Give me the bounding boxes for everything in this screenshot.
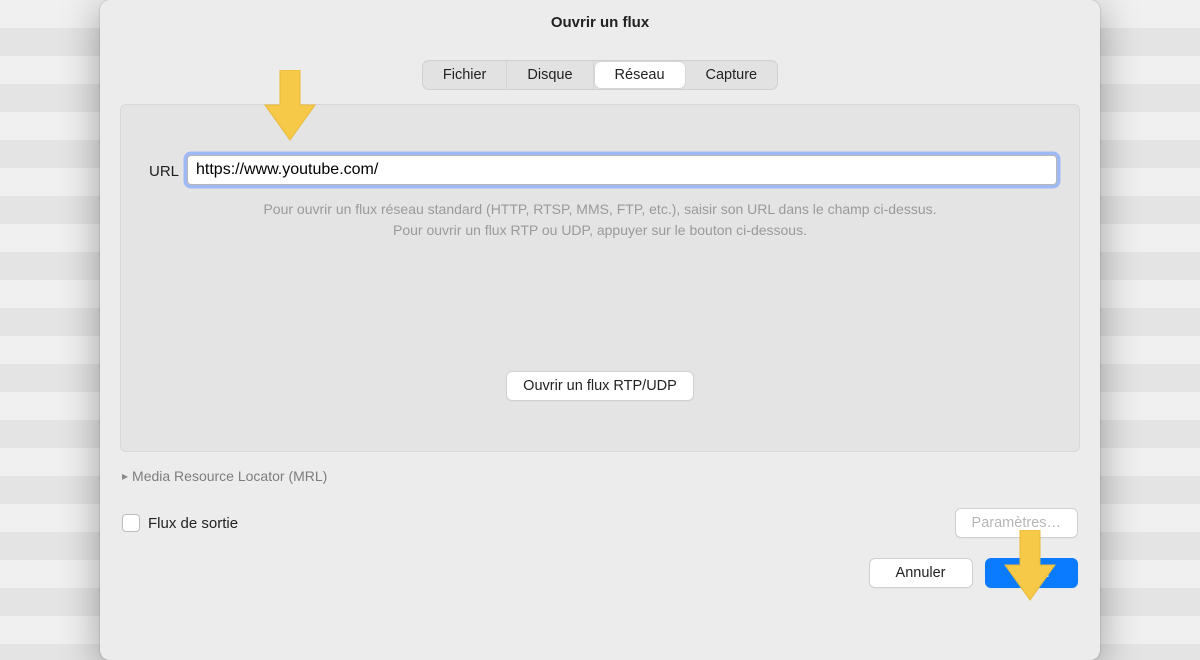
network-panel: URL Pour ouvrir un flux réseau standard … bbox=[120, 104, 1080, 452]
stream-settings-button[interactable]: Paramètres… bbox=[955, 508, 1078, 538]
tab-network[interactable]: Réseau bbox=[595, 62, 685, 88]
mrl-disclosure[interactable]: ▸ Media Resource Locator (MRL) bbox=[122, 462, 1078, 490]
stream-out-row: Flux de sortie Paramètres… bbox=[122, 508, 1078, 538]
url-row: URL bbox=[143, 155, 1057, 185]
tabs-wrap: Fichier Disque Réseau Capture bbox=[100, 44, 1100, 96]
below-panel: ▸ Media Resource Locator (MRL) Flux de s… bbox=[122, 462, 1078, 538]
open-rtp-udp-button[interactable]: Ouvrir un flux RTP/UDP bbox=[506, 371, 694, 401]
window-titlebar: Ouvrir un flux bbox=[100, 0, 1100, 44]
url-label: URL bbox=[143, 161, 179, 180]
stream-out-left: Flux de sortie bbox=[122, 514, 238, 532]
help-text: Pour ouvrir un flux réseau standard (HTT… bbox=[212, 199, 989, 241]
help-line-1: Pour ouvrir un flux réseau standard (HTT… bbox=[263, 201, 936, 217]
tab-file[interactable]: Fichier bbox=[423, 61, 508, 89]
open-button[interactable]: Ouvrir bbox=[985, 558, 1078, 588]
source-tabs: Fichier Disque Réseau Capture bbox=[422, 60, 778, 90]
window-title: Ouvrir un flux bbox=[551, 14, 649, 31]
dialog-actions: Annuler Ouvrir bbox=[122, 558, 1078, 588]
chevron-right-icon: ▸ bbox=[122, 469, 128, 483]
url-input[interactable] bbox=[187, 155, 1057, 185]
help-line-2: Pour ouvrir un flux RTP ou UDP, appuyer … bbox=[393, 222, 807, 238]
rtp-button-wrap: Ouvrir un flux RTP/UDP bbox=[506, 371, 694, 401]
tab-capture[interactable]: Capture bbox=[686, 61, 778, 89]
tab-disc[interactable]: Disque bbox=[507, 61, 593, 89]
cancel-button[interactable]: Annuler bbox=[869, 558, 973, 588]
dialog-window: Ouvrir un flux Fichier Disque Réseau Cap… bbox=[100, 0, 1100, 660]
mrl-label: Media Resource Locator (MRL) bbox=[132, 468, 327, 484]
stream-out-checkbox[interactable] bbox=[122, 514, 140, 532]
stream-out-label: Flux de sortie bbox=[148, 515, 238, 532]
